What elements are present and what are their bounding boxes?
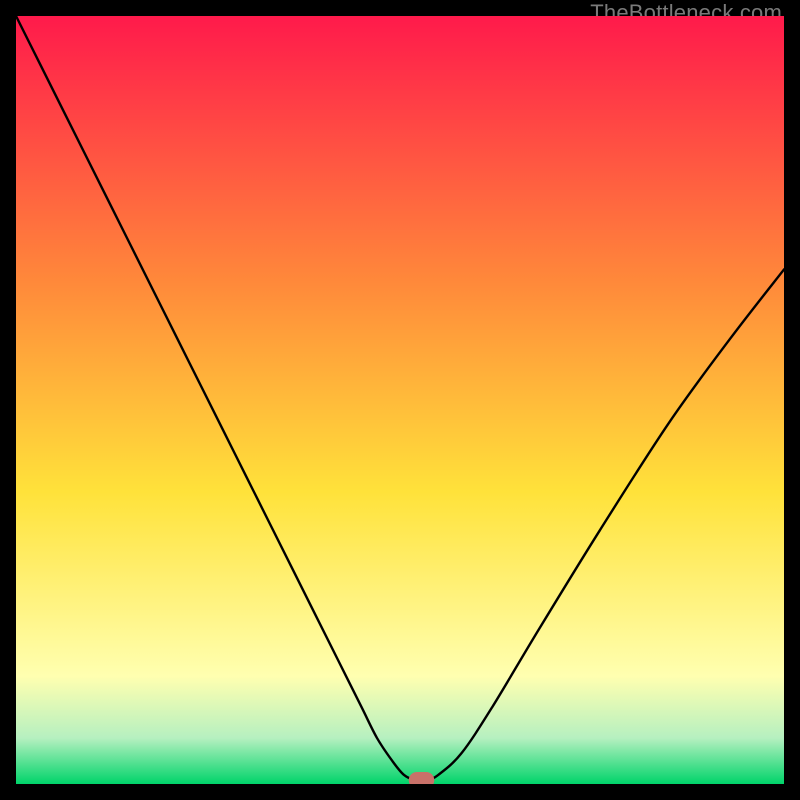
gradient-background	[16, 16, 784, 784]
optimal-point-marker	[409, 772, 434, 784]
plot-area	[16, 16, 784, 784]
chart-container: TheBottleneck.com	[0, 0, 800, 800]
chart-svg	[16, 16, 784, 784]
